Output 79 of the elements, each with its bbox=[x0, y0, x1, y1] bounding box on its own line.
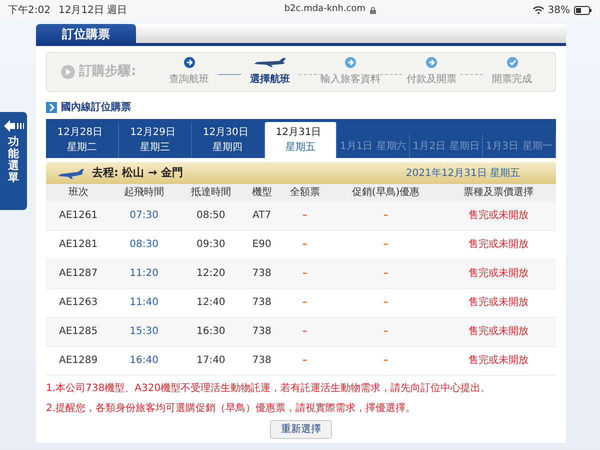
table-cell: – bbox=[279, 346, 330, 375]
url-text: b2c.mda-knh.com bbox=[284, 3, 366, 16]
column-header: 起飛時間 bbox=[110, 184, 178, 201]
table-cell: AE1263 bbox=[46, 288, 111, 317]
table-cell: 售完或未開放 bbox=[441, 317, 556, 346]
table-cell: AE1289 bbox=[46, 346, 111, 375]
table-cell: 售完或未開放 bbox=[441, 288, 556, 317]
play-icon bbox=[61, 65, 75, 79]
column-header: 班次 bbox=[46, 184, 111, 201]
lock-icon bbox=[370, 6, 376, 14]
table-cell: – bbox=[330, 201, 442, 230]
table-cell: 07:30 bbox=[110, 201, 178, 230]
table-cell: – bbox=[330, 230, 442, 259]
date-tab: 1月3日 星期一 bbox=[483, 134, 556, 158]
date-tab: 1月1日 星期六 bbox=[337, 134, 410, 158]
table-cell: – bbox=[279, 259, 330, 288]
step-label: 開票完成 bbox=[492, 72, 532, 87]
battery-icon bbox=[574, 6, 592, 14]
step-label: 查詢航班 bbox=[169, 72, 210, 87]
table-cell: 11:40 bbox=[110, 288, 178, 317]
table-cell: 08:30 bbox=[110, 230, 178, 259]
table-cell: E90 bbox=[244, 230, 280, 259]
column-header: 票種及票價選擇 bbox=[441, 184, 556, 201]
notice-text: 1.本公司738機型、A320機型不受理活生動物託運，若有託運活生動物需求，請先向訂位中心提出。 bbox=[46, 382, 492, 396]
route-date: 2021年12月31日 星期五 bbox=[406, 166, 520, 180]
chevron-right-icon bbox=[46, 102, 57, 113]
table-cell: AT7 bbox=[244, 201, 280, 230]
table-cell: 738 bbox=[244, 288, 280, 317]
table-cell: 售完或未開放 bbox=[441, 346, 556, 375]
table-cell: – bbox=[279, 230, 330, 259]
table-cell: 738 bbox=[244, 346, 280, 375]
date-tab: 1月2日 星期日 bbox=[410, 134, 484, 158]
table-cell: – bbox=[279, 288, 330, 317]
table-cell: – bbox=[330, 259, 442, 288]
table-cell: 08:50 bbox=[177, 201, 244, 230]
table-cell: 17:40 bbox=[177, 346, 244, 375]
table-cell: 12:20 bbox=[177, 259, 244, 288]
table-cell: – bbox=[330, 346, 442, 375]
column-header: 抵達時間 bbox=[177, 184, 244, 201]
step-label: 付款及開票 bbox=[406, 73, 456, 87]
table-cell: – bbox=[330, 288, 442, 317]
notice-text: 2.提醒您，各類身份旅客均可選購促銷（早鳥）優惠票，請視實際需求，擇優選擇。 bbox=[46, 402, 417, 416]
section-title: 國內線訂位購票 bbox=[61, 100, 131, 115]
table-cell: 11:20 bbox=[110, 259, 178, 288]
column-header: 全額票 bbox=[279, 184, 330, 201]
column-header: 促銷(早鳥)優惠 bbox=[330, 184, 442, 201]
date-tab[interactable]: 12月29日 星期三 bbox=[118, 122, 192, 158]
status-time: 下午2:02 bbox=[8, 4, 50, 18]
route-label: 去程: 松山 → 金門 bbox=[92, 164, 184, 181]
table-cell: 售完或未開放 bbox=[441, 201, 556, 230]
table-cell: 12:40 bbox=[177, 288, 244, 317]
table-cell: 738 bbox=[244, 317, 280, 346]
wifi-icon bbox=[532, 6, 544, 14]
column-header: 機型 bbox=[244, 184, 280, 201]
table-cell: 售完或未開放 bbox=[441, 259, 556, 288]
table-cell: – bbox=[279, 201, 330, 230]
table-cell: AE1285 bbox=[46, 317, 111, 346]
step-label: 選擇航班 bbox=[250, 72, 290, 87]
date-tab[interactable]: 12月31日 星期五 bbox=[264, 122, 338, 158]
table-cell: AE1261 bbox=[46, 201, 111, 230]
date-tab[interactable]: 12月28日 星期二 bbox=[46, 122, 119, 158]
reset-button[interactable]: 重新選擇 bbox=[270, 420, 332, 438]
table-cell: 16:40 bbox=[110, 346, 178, 375]
table-cell: AE1287 bbox=[46, 259, 111, 288]
table-cell: 16:30 bbox=[177, 317, 244, 346]
table-cell: 15:30 bbox=[110, 317, 178, 346]
table-cell: AE1281 bbox=[46, 230, 111, 259]
table-cell: – bbox=[330, 317, 442, 346]
battery-percent: 38% bbox=[548, 4, 570, 18]
step-label: 輸入旅客資料 bbox=[320, 72, 381, 87]
steps-label: 訂購步驟: bbox=[79, 63, 136, 82]
arrow-left-icon bbox=[4, 120, 24, 132]
side-menu-tab[interactable]: 功能選單 bbox=[0, 112, 27, 210]
table-cell: 09:30 bbox=[177, 230, 244, 259]
table-cell: 售完或未開放 bbox=[441, 230, 556, 259]
airplane-icon bbox=[58, 168, 84, 178]
table-cell: 738 bbox=[244, 259, 280, 288]
table-cell: – bbox=[279, 317, 330, 346]
status-date: 12月12日 週日 bbox=[58, 4, 128, 18]
